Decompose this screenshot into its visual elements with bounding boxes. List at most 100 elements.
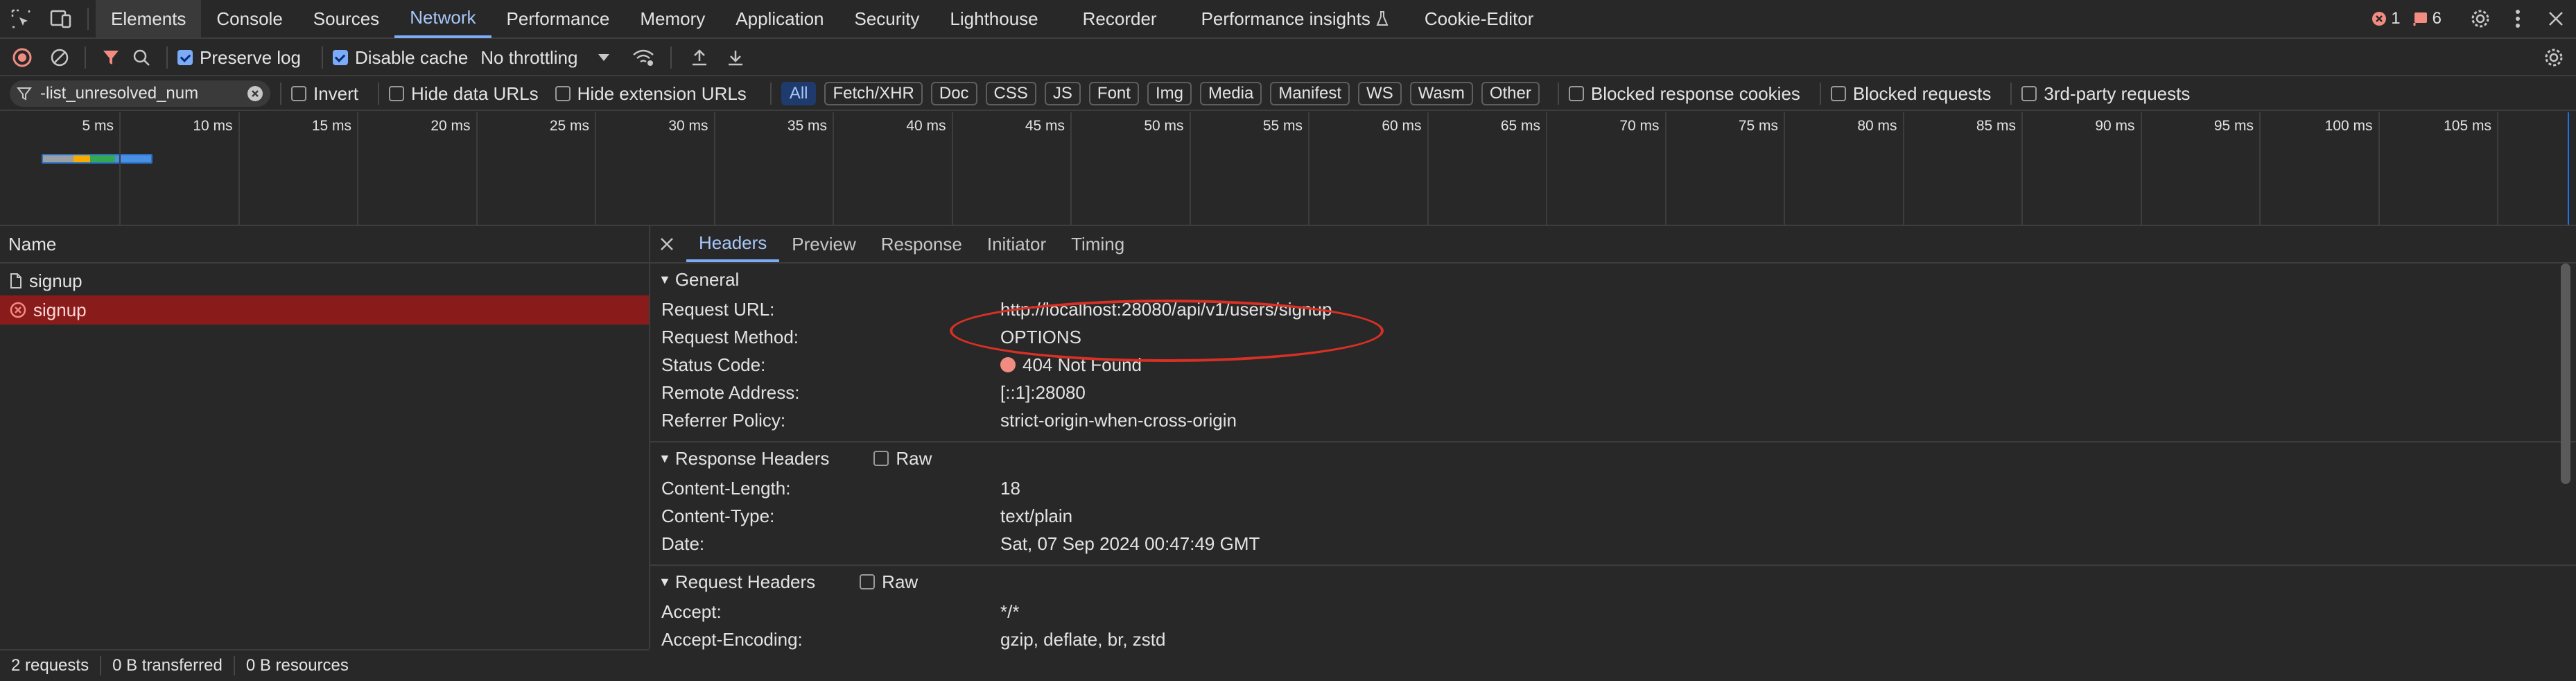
throttling-select[interactable]: No throttling <box>480 47 577 69</box>
hide-extension-urls-label[interactable]: Hide extension URLs <box>577 83 747 105</box>
invert-checkbox[interactable] <box>291 86 306 101</box>
tab-performance[interactable]: Performance <box>491 0 625 38</box>
import-har-icon[interactable] <box>681 49 717 67</box>
filter-funnel-icon[interactable] <box>96 49 126 67</box>
details-tab-timing[interactable]: Timing <box>1059 226 1137 262</box>
type-filter-css[interactable]: CSS <box>985 82 1036 105</box>
hide-extension-urls-checkbox[interactable] <box>555 86 571 101</box>
error-count[interactable]: 1 <box>2391 9 2400 28</box>
blocked-requests-label[interactable]: Blocked requests <box>1853 83 1991 105</box>
chevron-down-icon[interactable] <box>598 54 610 61</box>
type-filter-img[interactable]: Img <box>1147 82 1192 105</box>
issues-count[interactable]: 6 <box>2433 9 2442 28</box>
close-details-icon[interactable] <box>653 236 681 252</box>
preserve-log-checkbox[interactable] <box>177 50 193 65</box>
type-filter-js[interactable]: JS <box>1044 82 1081 105</box>
request-raw-label[interactable]: Raw <box>882 571 918 593</box>
header-value[interactable]: text/plain <box>1000 506 1072 527</box>
response-raw-checkbox[interactable] <box>873 451 889 466</box>
tab-cookie-editor[interactable]: Cookie-Editor <box>1409 0 1549 38</box>
filter-input[interactable]: -list_unresolved_num <box>40 84 247 103</box>
header-value[interactable]: 18 <box>1000 478 1020 499</box>
invert-label[interactable]: Invert <box>313 83 358 105</box>
tab-sources[interactable]: Sources <box>298 0 394 38</box>
type-filter-fetch-xhr[interactable]: Fetch/XHR <box>824 82 923 105</box>
error-count-icon[interactable] <box>2372 11 2387 26</box>
request-name[interactable]: signup <box>29 270 82 292</box>
settings-gear-icon[interactable] <box>2461 8 2500 29</box>
network-settings-gear-icon[interactable] <box>2532 47 2576 68</box>
issues-flag-icon[interactable] <box>2413 11 2428 26</box>
response-headers-section-header[interactable]: ▼ Response Headers Raw <box>650 441 2576 474</box>
collapse-triangle-icon[interactable]: ▼ <box>659 273 671 287</box>
details-tab-response[interactable]: Response <box>869 226 975 262</box>
name-column-header[interactable]: Name <box>0 226 649 264</box>
header-value[interactable]: gzip, deflate, br, zstd <box>1000 629 1165 650</box>
more-options-icon[interactable] <box>2500 9 2536 28</box>
clear-log-icon[interactable] <box>44 48 75 67</box>
type-filter-ws[interactable]: WS <box>1358 82 1402 105</box>
timeline-tick-label: 40 ms <box>906 118 946 134</box>
tab-memory[interactable]: Memory <box>625 0 720 38</box>
response-header-rows: Content-Length: 18 Content-Type: text/plain… <box>650 474 2576 558</box>
tab-performance-insights[interactable]: Performance insights <box>1186 0 1386 38</box>
tab-lighthouse[interactable]: Lighthouse <box>934 0 1053 38</box>
close-devtools-icon[interactable] <box>2536 10 2576 27</box>
timeline-overview[interactable]: 5 ms 10 ms 15 ms 20 ms 25 ms 30 ms 35 ms 40 ms 4… <box>0 112 2576 226</box>
general-section-header[interactable]: ▼ General <box>650 264 2576 295</box>
details-tab-initiator[interactable]: Initiator <box>975 226 1059 262</box>
tab-console[interactable]: Console <box>201 0 297 38</box>
divider <box>670 46 672 69</box>
request-row-signup-error[interactable]: signup <box>0 295 649 325</box>
request-headers-section-header[interactable]: ▼ Request Headers Raw <box>650 564 2576 598</box>
blocked-response-cookies-label[interactable]: Blocked response cookies <box>1591 83 1800 105</box>
search-icon[interactable] <box>126 49 157 67</box>
hide-data-urls-checkbox[interactable] <box>389 86 405 101</box>
tab-network[interactable]: Network <box>394 0 491 38</box>
details-scrollbar[interactable] <box>2561 264 2570 484</box>
header-value[interactable]: strict-origin-when-cross-origin <box>1000 410 1237 431</box>
header-value[interactable]: 404 Not Found <box>1022 354 1142 376</box>
tab-application[interactable]: Application <box>720 0 839 38</box>
tab-elements[interactable]: Elements <box>96 0 202 38</box>
hide-data-urls-label[interactable]: Hide data URLs <box>411 83 539 105</box>
blocked-response-cookies-checkbox[interactable] <box>1568 86 1584 101</box>
header-row: Request URL: http://localhost:28080/api/v… <box>650 295 2576 323</box>
request-raw-checkbox[interactable] <box>860 574 876 589</box>
inspect-element-icon[interactable] <box>0 0 42 38</box>
type-filter-wasm[interactable]: Wasm <box>1409 82 1473 105</box>
response-raw-label[interactable]: Raw <box>896 448 932 469</box>
network-conditions-icon[interactable] <box>626 49 661 67</box>
clear-filter-icon[interactable] <box>247 85 263 102</box>
record-stop-icon[interactable] <box>0 47 44 68</box>
tab-recorder[interactable]: Recorder <box>1068 0 1172 38</box>
type-filter-doc[interactable]: Doc <box>930 82 977 105</box>
blocked-requests-checkbox[interactable] <box>1830 86 1846 101</box>
filter-input-box[interactable]: -list_unresolved_num <box>10 80 270 107</box>
tab-security[interactable]: Security <box>839 0 935 38</box>
header-row: Request Method: OPTIONS <box>650 323 2576 351</box>
preserve-log-label[interactable]: Preserve log <box>200 47 301 69</box>
third-party-label[interactable]: 3rd-party requests <box>2044 83 2190 105</box>
header-value[interactable]: Sat, 07 Sep 2024 00:47:49 GMT <box>1000 533 1260 555</box>
header-value[interactable]: http://localhost:28080/api/v1/users/sign… <box>1000 299 1332 320</box>
type-filter-other[interactable]: Other <box>1481 82 1540 105</box>
disable-cache-label[interactable]: Disable cache <box>355 47 468 69</box>
type-filter-font[interactable]: Font <box>1088 82 1139 105</box>
type-filter-all[interactable]: All <box>781 82 817 105</box>
export-har-icon[interactable] <box>717 49 754 67</box>
disable-cache-checkbox[interactable] <box>332 50 348 65</box>
request-row-signup[interactable]: signup <box>0 266 649 295</box>
request-name[interactable]: signup <box>33 300 87 321</box>
collapse-triangle-icon[interactable]: ▼ <box>659 451 671 466</box>
header-value[interactable]: [::1]:28080 <box>1000 382 1086 404</box>
device-toolbar-icon[interactable] <box>42 0 80 38</box>
header-value[interactable]: OPTIONS <box>1000 327 1081 348</box>
type-filter-media[interactable]: Media <box>1199 82 1262 105</box>
third-party-checkbox[interactable] <box>2021 86 2037 101</box>
type-filter-manifest[interactable]: Manifest <box>1270 82 1350 105</box>
collapse-triangle-icon[interactable]: ▼ <box>659 575 671 589</box>
header-value[interactable]: */* <box>1000 601 1019 623</box>
details-tab-preview[interactable]: Preview <box>779 226 868 262</box>
details-tab-headers[interactable]: Headers <box>686 226 780 262</box>
